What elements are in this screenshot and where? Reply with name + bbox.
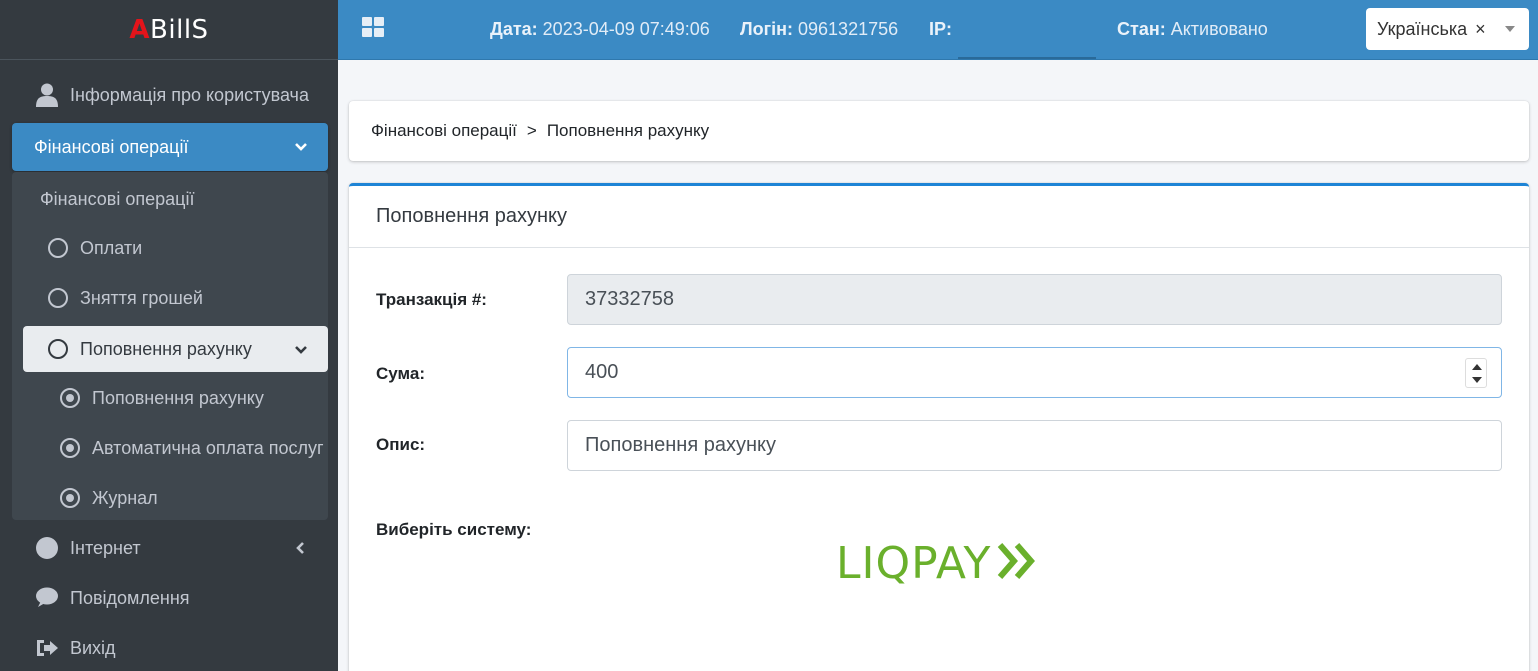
topup-card: Поповнення рахунку Транзакція #: 3733275…	[349, 183, 1529, 671]
header-state: Стан: Активовано	[1117, 19, 1268, 40]
breadcrumb: Фінансові операції > Поповнення рахунку	[349, 101, 1529, 161]
brand-logo-text: BillS	[150, 14, 209, 45]
clear-icon[interactable]: ×	[1475, 19, 1486, 40]
sidebar-item-label: Інформація про користувача	[70, 84, 309, 105]
sidebar-item-autopay[interactable]: Автоматична оплата послуг	[12, 425, 328, 471]
submenu-header-label: Фінансові операції	[40, 188, 195, 209]
sidebar-item-label: Фінансові операції	[34, 136, 189, 157]
header-ip: IP:	[929, 19, 952, 40]
double-chevron-right-icon	[997, 541, 1039, 586]
transaction-label: Транзакція #:	[376, 290, 487, 309]
transaction-value: 37332758	[585, 288, 674, 310]
caret-down-icon	[1505, 26, 1515, 32]
sidebar-item-finance[interactable]: Фінансові операції	[12, 123, 328, 171]
brand-logo-initial: A	[129, 14, 151, 45]
sum-field[interactable]: 400	[567, 347, 1502, 398]
ip-underline	[958, 57, 1096, 59]
sum-value: 400	[585, 361, 619, 383]
chevron-down-icon	[294, 138, 308, 159]
dot-circle-icon	[60, 488, 80, 508]
sidebar-item-withdrawal[interactable]: Зняття грошей	[12, 275, 328, 321]
finance-submenu: Фінансові операції Оплати Зняття грошей …	[12, 172, 328, 520]
state-value: Активовано	[1170, 19, 1268, 39]
circle-filled-icon	[34, 535, 60, 561]
header-date: Дата: 2023-04-09 07:49:06	[490, 19, 710, 40]
user-icon	[34, 82, 60, 108]
sign-out-icon	[34, 635, 60, 661]
ip-label: IP:	[929, 19, 953, 39]
sidebar-item-label: Вихід	[70, 637, 116, 658]
date-value: 2023-04-09 07:49:06	[542, 19, 710, 39]
desc-field[interactable]: Поповнення рахунку	[567, 420, 1502, 471]
top-navbar: Дата: 2023-04-09 07:49:06 Логін: 0961321…	[338, 0, 1538, 60]
sidebar-item-label: Зняття грошей	[80, 287, 203, 308]
circle-icon	[48, 288, 68, 308]
comment-icon	[34, 585, 60, 611]
sidebar-item-topup-sub[interactable]: Поповнення рахунку	[12, 375, 328, 421]
desc-value: Поповнення рахунку	[585, 434, 776, 456]
sidebar-item-label: Повідомлення	[70, 587, 190, 608]
dot-circle-icon	[60, 388, 80, 408]
number-stepper[interactable]	[1465, 358, 1487, 388]
circle-icon	[48, 238, 68, 258]
card-title: Поповнення рахунку	[349, 186, 1529, 248]
sidebar-item-label: Автоматична оплата послуг	[92, 437, 324, 458]
stepper-up-icon[interactable]	[1472, 364, 1482, 370]
dot-circle-icon	[60, 438, 80, 458]
liqpay-button[interactable]: LIQPAY	[836, 537, 1039, 589]
sidebar-item-label: Поповнення рахунку	[80, 338, 252, 359]
sidebar-item-messages[interactable]: Повідомлення	[12, 574, 328, 622]
chevron-left-icon	[294, 539, 308, 560]
brand-logo[interactable]: A BillS	[0, 0, 338, 60]
sidebar-item-payments[interactable]: Оплати	[12, 225, 328, 271]
language-select[interactable]: Українська ×	[1366, 8, 1529, 50]
circle-icon	[48, 339, 68, 359]
liqpay-logo-text: LIQPAY	[836, 537, 992, 589]
system-label: Виберіть систему:	[376, 520, 532, 539]
desc-label: Опис:	[376, 435, 426, 454]
sum-label: Сума:	[376, 364, 425, 383]
sidebar-item-journal[interactable]: Журнал	[12, 475, 328, 521]
login-value: 0961321756	[798, 19, 899, 39]
date-label: Дата:	[490, 19, 538, 39]
breadcrumb-separator: >	[526, 121, 537, 140]
sidebar-item-label: Оплати	[80, 237, 143, 258]
sidebar: A BillS Інформація про користувача Фінанс…	[0, 0, 338, 671]
login-label: Логін:	[740, 19, 793, 39]
breadcrumb-current: Поповнення рахунку	[546, 121, 710, 140]
header-login: Логін: 0961321756	[740, 19, 898, 40]
sidebar-item-label: Поповнення рахунку	[92, 387, 264, 408]
sidebar-item-label: Інтернет	[70, 537, 141, 558]
stepper-down-icon[interactable]	[1472, 377, 1482, 383]
sidebar-item-user-info[interactable]: Інформація про користувача	[12, 71, 328, 119]
transaction-field[interactable]: 37332758	[567, 274, 1502, 325]
language-value: Українська	[1377, 18, 1468, 39]
sidebar-item-internet[interactable]: Інтернет	[12, 524, 328, 572]
sidebar-item-logout[interactable]: Вихід	[12, 624, 328, 671]
submenu-header[interactable]: Фінансові операції	[12, 176, 328, 222]
breadcrumb-parent[interactable]: Фінансові операції	[371, 121, 517, 141]
sidebar-item-topup[interactable]: Поповнення рахунку	[23, 326, 328, 372]
grid-icon[interactable]	[362, 17, 385, 39]
sidebar-item-label: Журнал	[92, 487, 158, 508]
state-label: Стан:	[1117, 19, 1166, 39]
chevron-down-icon	[294, 341, 308, 362]
